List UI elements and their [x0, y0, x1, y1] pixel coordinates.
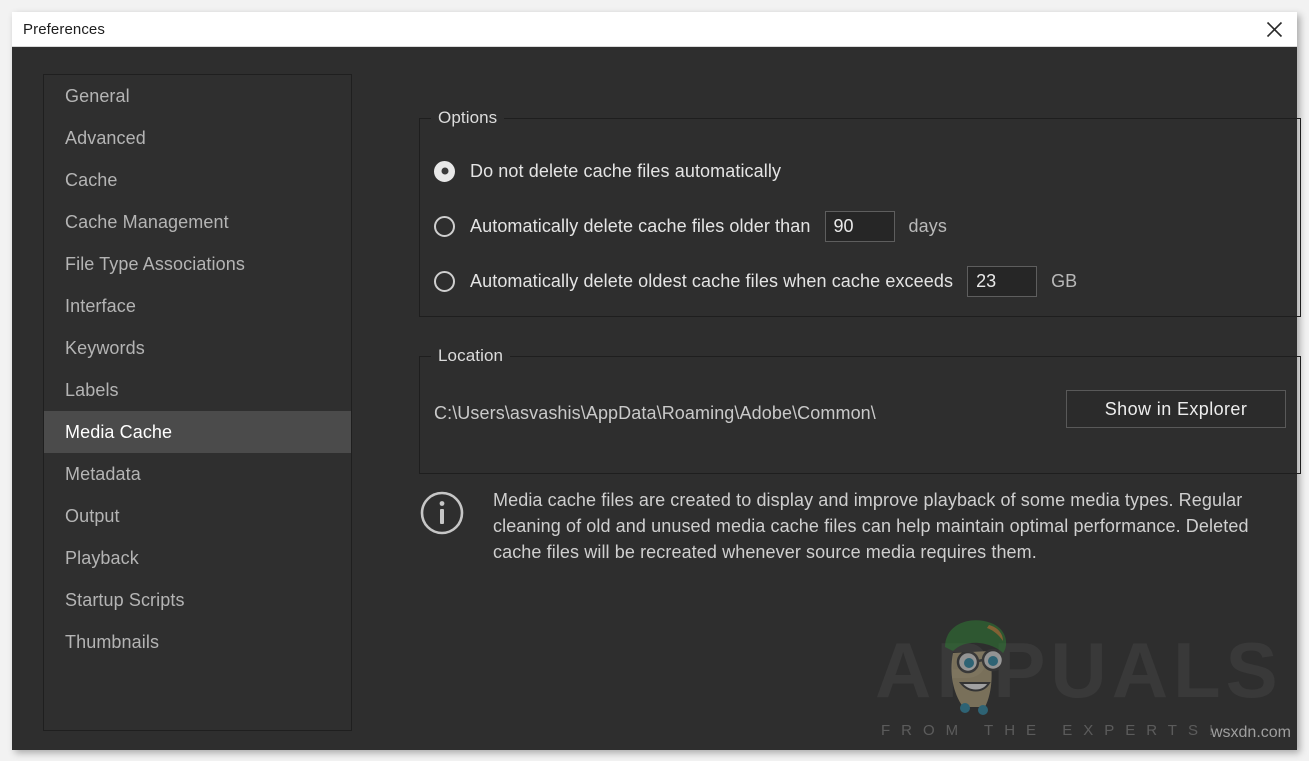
- days-unit-label: days: [909, 216, 947, 237]
- options-group-legend: Options: [431, 108, 504, 128]
- radio-delete-when-exceeds-label: Automatically delete oldest cache files …: [470, 271, 953, 292]
- sidebar-item-output[interactable]: Output: [44, 495, 351, 537]
- option-row-delete-when-exceeds[interactable]: Automatically delete oldest cache files …: [434, 268, 1077, 294]
- cache-location-path: C:\Users\asvashis\AppData\Roaming\Adobe\…: [434, 403, 876, 424]
- radio-delete-when-exceeds[interactable]: [434, 271, 455, 292]
- sidebar-item-interface[interactable]: Interface: [44, 285, 351, 327]
- size-unit-label: GB: [1051, 271, 1077, 292]
- close-icon: [1266, 21, 1283, 38]
- sidebar-item-label: Thumbnails: [65, 632, 159, 653]
- settings-pane: Options Do not delete cache files automa…: [398, 47, 1297, 749]
- dialog-body: General Advanced Cache Cache Management …: [12, 47, 1297, 749]
- radio-do-not-delete-label: Do not delete cache files automatically: [470, 161, 781, 182]
- sidebar-item-label: Cache Management: [65, 212, 229, 233]
- location-group-legend: Location: [431, 346, 510, 366]
- window-title: Preferences: [23, 21, 105, 38]
- sidebar-item-label: Cache: [65, 170, 118, 191]
- sidebar-item-cache[interactable]: Cache: [44, 159, 351, 201]
- sidebar-item-keywords[interactable]: Keywords: [44, 327, 351, 369]
- sidebar-item-startup-scripts[interactable]: Startup Scripts: [44, 579, 351, 621]
- sidebar-item-metadata[interactable]: Metadata: [44, 453, 351, 495]
- screenshot-root: Preferences General Advanced Cache Cache…: [0, 0, 1309, 761]
- info-icon: [419, 490, 465, 536]
- sidebar-item-label: Metadata: [65, 464, 141, 485]
- sidebar-item-label: General: [65, 86, 130, 107]
- close-button[interactable]: [1251, 12, 1297, 46]
- cache-size-input[interactable]: 23: [967, 266, 1037, 297]
- sidebar-item-file-type-associations[interactable]: File Type Associations: [44, 243, 351, 285]
- title-bar: Preferences: [12, 12, 1297, 47]
- info-note-text: Media cache files are created to display…: [493, 487, 1289, 565]
- sidebar-item-general[interactable]: General: [44, 75, 351, 117]
- radio-delete-older-than[interactable]: [434, 216, 455, 237]
- radio-do-not-delete[interactable]: [434, 161, 455, 182]
- sidebar-item-label: Startup Scripts: [65, 590, 185, 611]
- sidebar-item-label: Media Cache: [65, 422, 172, 443]
- sidebar-item-playback[interactable]: Playback: [44, 537, 351, 579]
- sidebar-item-label: Output: [65, 506, 120, 527]
- options-group: Options Do not delete cache files automa…: [419, 118, 1301, 317]
- location-group: Location C:\Users\asvashis\AppData\Roami…: [419, 356, 1301, 474]
- option-row-no-delete[interactable]: Do not delete cache files automatically: [434, 158, 781, 184]
- sidebar-item-label: Playback: [65, 548, 139, 569]
- sidebar-item-thumbnails[interactable]: Thumbnails: [44, 621, 351, 663]
- sidebar-item-media-cache[interactable]: Media Cache: [44, 411, 351, 453]
- preferences-category-list[interactable]: General Advanced Cache Cache Management …: [43, 74, 352, 731]
- sidebar-item-cache-management[interactable]: Cache Management: [44, 201, 351, 243]
- radio-delete-older-than-label: Automatically delete cache files older t…: [470, 216, 811, 237]
- preferences-dialog: Preferences General Advanced Cache Cache…: [12, 12, 1297, 750]
- info-note: Media cache files are created to display…: [419, 487, 1289, 565]
- sidebar-item-labels[interactable]: Labels: [44, 369, 351, 411]
- option-row-delete-older-than[interactable]: Automatically delete cache files older t…: [434, 213, 947, 239]
- sidebar-item-label: File Type Associations: [65, 254, 245, 275]
- days-input[interactable]: 90: [825, 211, 895, 242]
- sidebar-item-label: Labels: [65, 380, 119, 401]
- sidebar-item-label: Keywords: [65, 338, 145, 359]
- show-in-explorer-button[interactable]: Show in Explorer: [1066, 390, 1286, 428]
- sidebar-item-advanced[interactable]: Advanced: [44, 117, 351, 159]
- sidebar-item-label: Advanced: [65, 128, 146, 149]
- sidebar-item-label: Interface: [65, 296, 136, 317]
